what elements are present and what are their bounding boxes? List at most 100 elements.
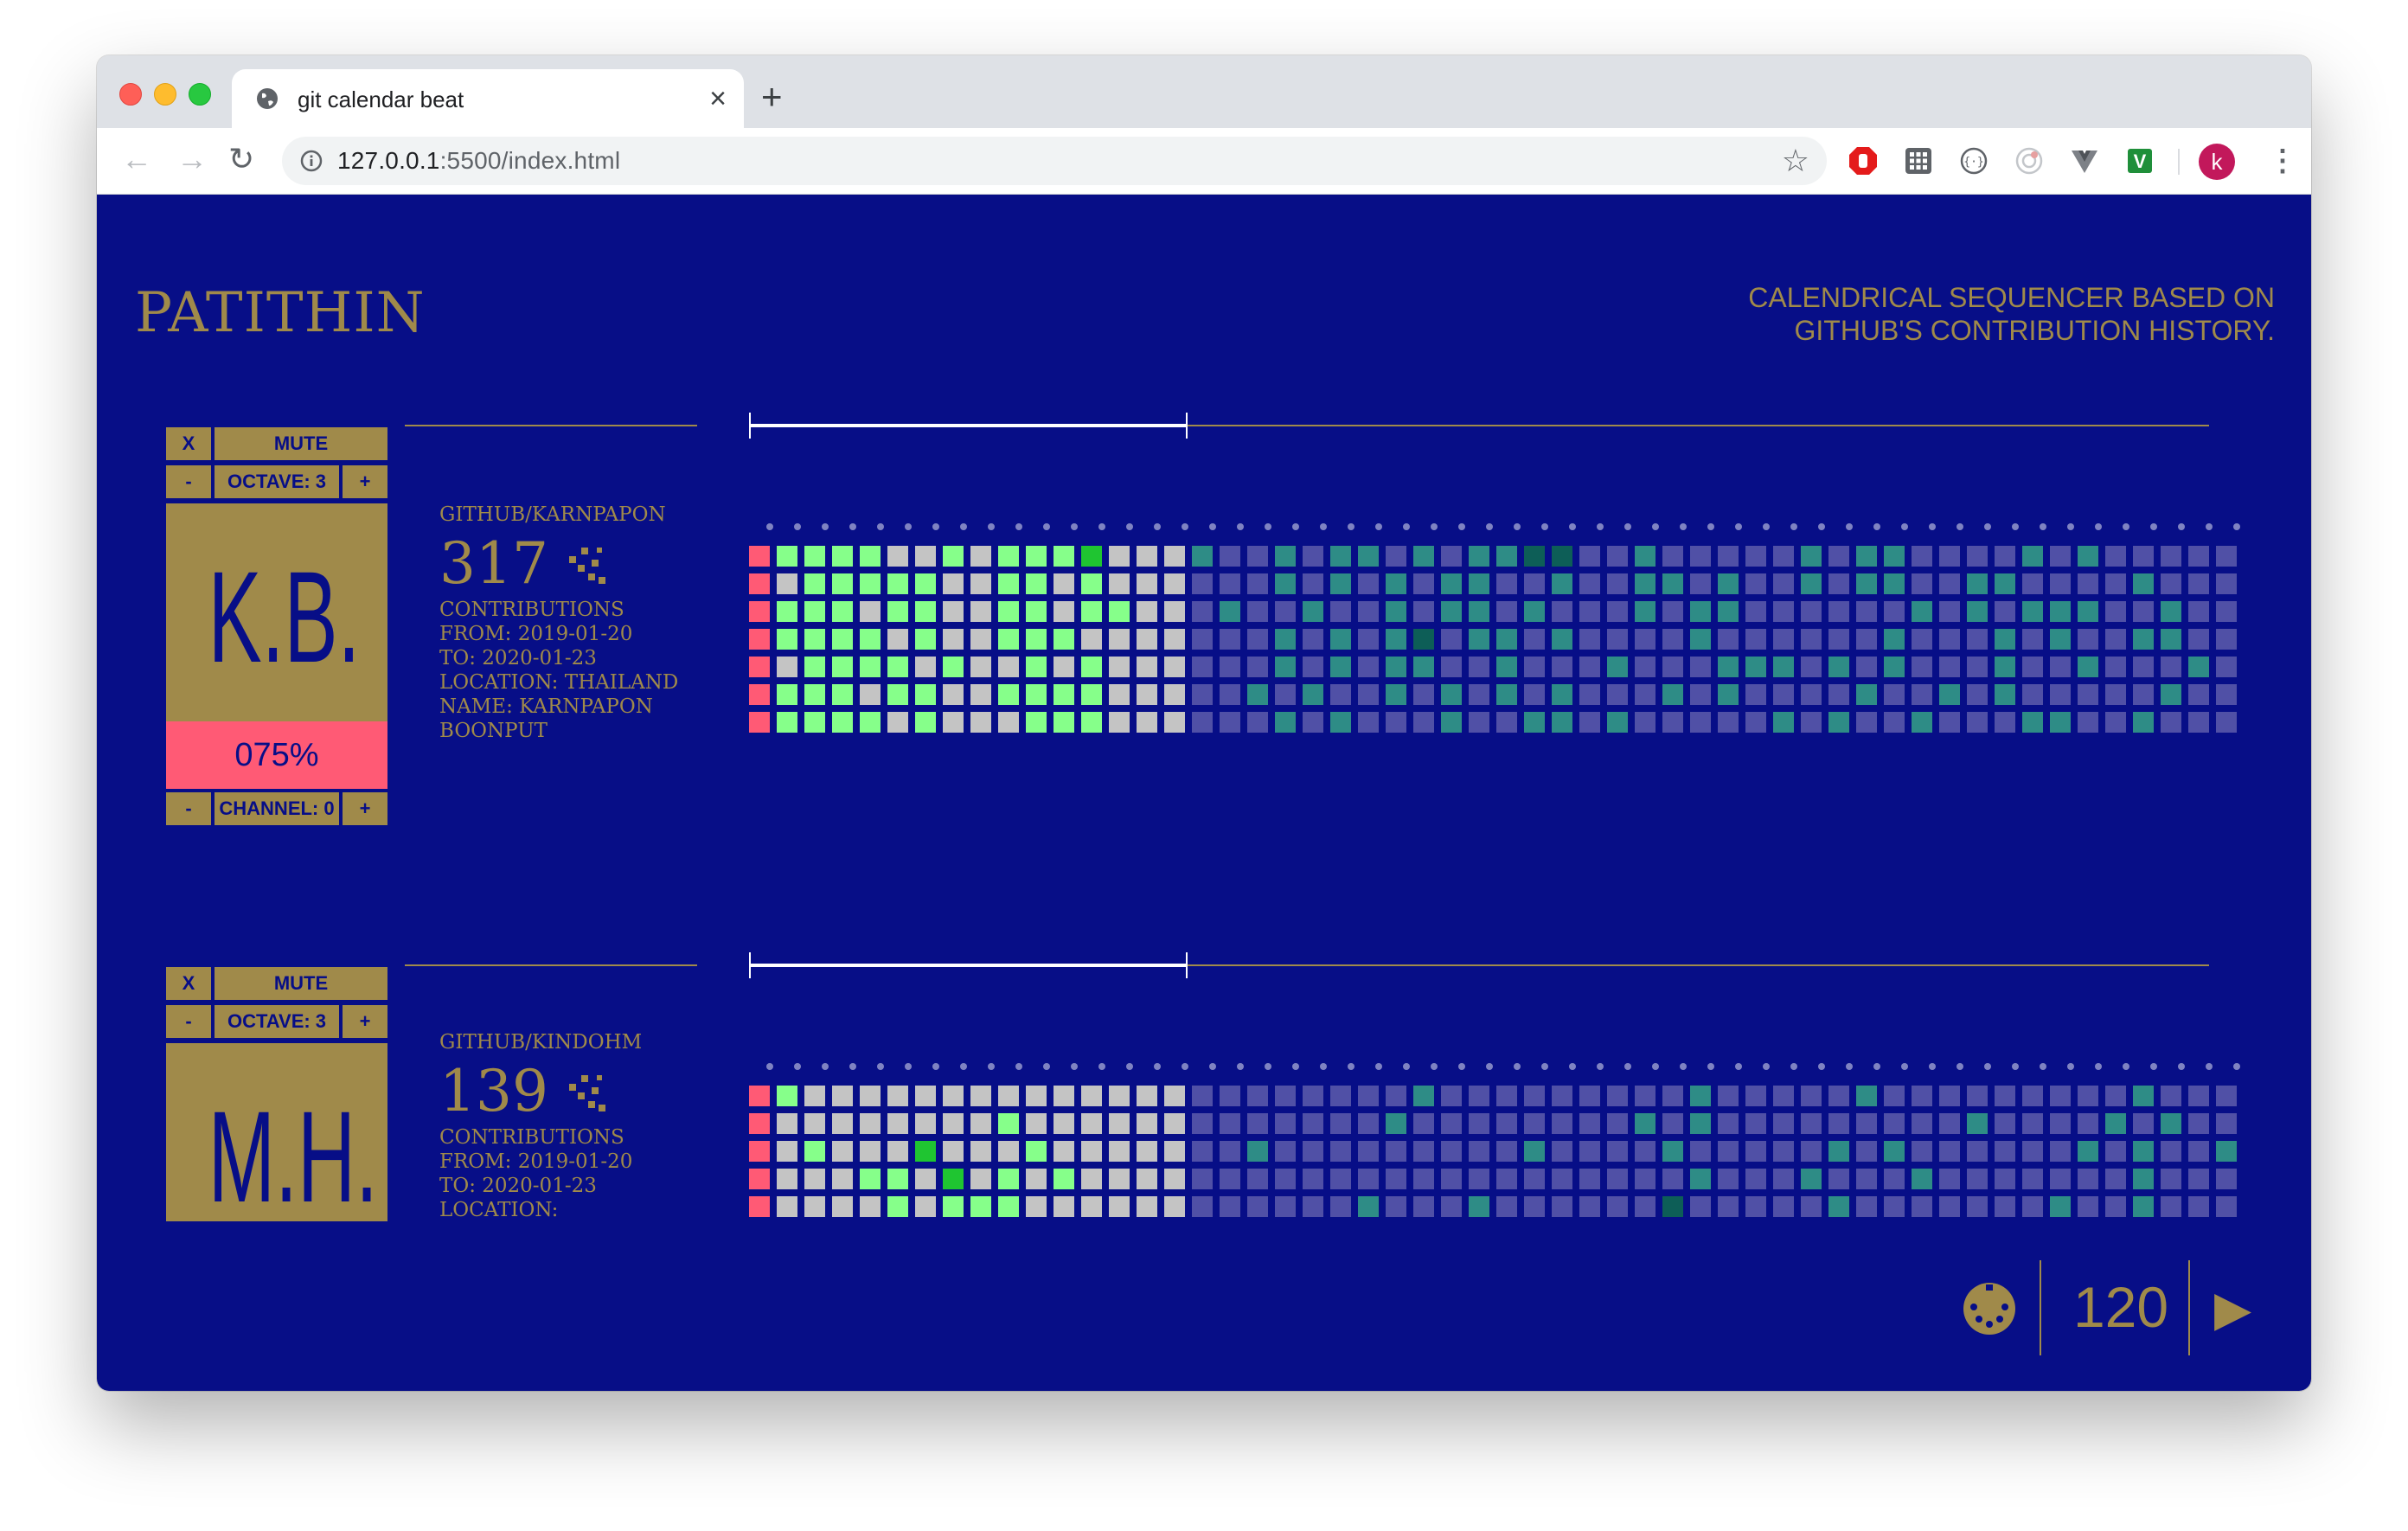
contribution-cell[interactable] [1386,1141,1406,1162]
contribution-cell[interactable] [970,1141,991,1162]
contribution-cell[interactable] [1718,1141,1739,1162]
forward-arrow-icon[interactable]: → [176,142,208,176]
contribution-cell[interactable] [1496,1086,1517,1106]
contribution-cell[interactable] [1662,1196,1683,1217]
contribution-cell[interactable] [1275,1196,1296,1217]
contribution-cell[interactable] [1773,1169,1794,1189]
contribution-cell[interactable] [2161,1196,2181,1217]
contribution-cell[interactable] [2050,1113,2071,1134]
contribution-cell[interactable] [1469,1086,1489,1106]
contribution-cell[interactable] [2022,1086,2043,1106]
contribution-cell[interactable] [1524,1196,1545,1217]
contribution-cell[interactable] [1939,1086,1960,1106]
contribution-cell[interactable] [2050,1141,2071,1162]
contribution-cell[interactable] [1552,1169,1572,1189]
contribution-cell[interactable] [2188,1196,2209,1217]
contribution-cell[interactable] [1026,1086,1047,1106]
contribution-cell[interactable] [1856,1169,1877,1189]
contribution-cell[interactable] [777,1169,797,1189]
contribution-cell[interactable] [1745,1086,1766,1106]
contribution-cell[interactable] [1690,1086,1711,1106]
contribution-cell[interactable] [1137,1196,1157,1217]
contribution-cell[interactable] [1579,1141,1600,1162]
contribution-cell[interactable] [887,1169,908,1189]
contribution-cell[interactable] [777,1196,797,1217]
contribution-cell[interactable] [887,1086,908,1106]
contribution-cell[interactable] [1801,1169,1822,1189]
address-bar[interactable]: 127.0.0.1:5500/index.html ☆ [282,137,1827,185]
contribution-cell[interactable] [1690,1113,1711,1134]
contribution-cell[interactable] [2078,1113,2098,1134]
contribution-cell[interactable] [1912,1196,1932,1217]
contribution-cell[interactable] [2050,1086,2071,1106]
contribution-cell[interactable] [1358,1169,1379,1189]
contribution-cell[interactable] [1192,1141,1213,1162]
contribution-cell[interactable] [1247,1196,1268,1217]
contribution-cell[interactable] [1303,1086,1323,1106]
contribution-cell[interactable] [804,1113,825,1134]
target-extension-icon[interactable] [2014,145,2045,176]
contribution-cell[interactable] [915,1196,936,1217]
contribution-cell[interactable] [2216,1141,2237,1162]
contribution-cell[interactable] [1386,1196,1406,1217]
contribution-cell[interactable] [1856,1196,1877,1217]
contribution-cell[interactable] [832,1169,853,1189]
contribution-cell[interactable] [2133,1141,2154,1162]
browser-tab[interactable]: git calendar beat × [232,69,744,128]
bookmark-star-icon[interactable]: ☆ [1782,142,1809,180]
contribution-cell[interactable] [943,1196,964,1217]
contribution-cell[interactable] [1413,1113,1434,1134]
contribution-cell[interactable] [2105,1141,2126,1162]
contribution-cell[interactable] [1496,1169,1517,1189]
contribution-cell[interactable] [1026,1141,1047,1162]
contribution-cell[interactable] [943,1141,964,1162]
contribution-cell[interactable] [1192,1113,1213,1134]
contribution-cell[interactable] [1801,1196,1822,1217]
contribution-cell[interactable] [1496,1113,1517,1134]
contribution-cell[interactable] [1496,1141,1517,1162]
contribution-cell[interactable] [1054,1196,1074,1217]
contribution-cell[interactable] [2078,1086,2098,1106]
contribution-cell[interactable] [1109,1196,1130,1217]
contribution-cell[interactable] [2133,1196,2154,1217]
contribution-cell[interactable] [1054,1169,1074,1189]
contribution-cell[interactable] [1718,1196,1739,1217]
contribution-grid-svg[interactable] [749,1060,2244,1224]
contribution-cell[interactable] [943,1169,964,1189]
contribution-cell[interactable] [1690,1196,1711,1217]
contribution-cell[interactable] [1884,1196,1905,1217]
contribution-cell[interactable] [1828,1086,1849,1106]
contribution-cell[interactable] [1995,1113,2015,1134]
contribution-cell[interactable] [1247,1141,1268,1162]
contribution-cell[interactable] [970,1196,991,1217]
contribution-cell[interactable] [1635,1113,1656,1134]
contribution-cell[interactable] [1939,1113,1960,1134]
contribution-cell[interactable] [1386,1113,1406,1134]
contribution-cell[interactable] [832,1113,853,1134]
mute-button[interactable]: MUTE [215,967,387,1000]
contribution-cell[interactable] [1469,1113,1489,1134]
contribution-cell[interactable] [1164,1141,1185,1162]
contribution-cell[interactable] [1690,1169,1711,1189]
contribution-cell[interactable] [860,1141,881,1162]
contribution-cell[interactable] [1081,1169,1102,1189]
contribution-cell[interactable] [1801,1141,1822,1162]
contribution-cell[interactable] [1192,1086,1213,1106]
contribution-cell[interactable] [1054,1113,1074,1134]
contribution-cell[interactable] [1137,1086,1157,1106]
contribution-cell[interactable] [1081,1196,1102,1217]
contribution-cell[interactable] [2133,1086,2154,1106]
contribution-cell[interactable] [1358,1113,1379,1134]
contribution-cell[interactable] [1247,1169,1268,1189]
contribution-cell[interactable] [1524,1113,1545,1134]
contribution-cell[interactable] [1967,1196,1988,1217]
contribution-cell[interactable] [749,1086,770,1106]
contribution-cell[interactable] [777,1086,797,1106]
contribution-cell[interactable] [1386,1086,1406,1106]
contribution-cell[interactable] [1912,1086,1932,1106]
contribution-cell[interactable] [1718,1169,1739,1189]
contribution-cell[interactable] [832,1196,853,1217]
tab-close-icon[interactable]: × [709,81,727,116]
contribution-cell[interactable] [1220,1169,1240,1189]
contribution-cell[interactable] [1884,1086,1905,1106]
